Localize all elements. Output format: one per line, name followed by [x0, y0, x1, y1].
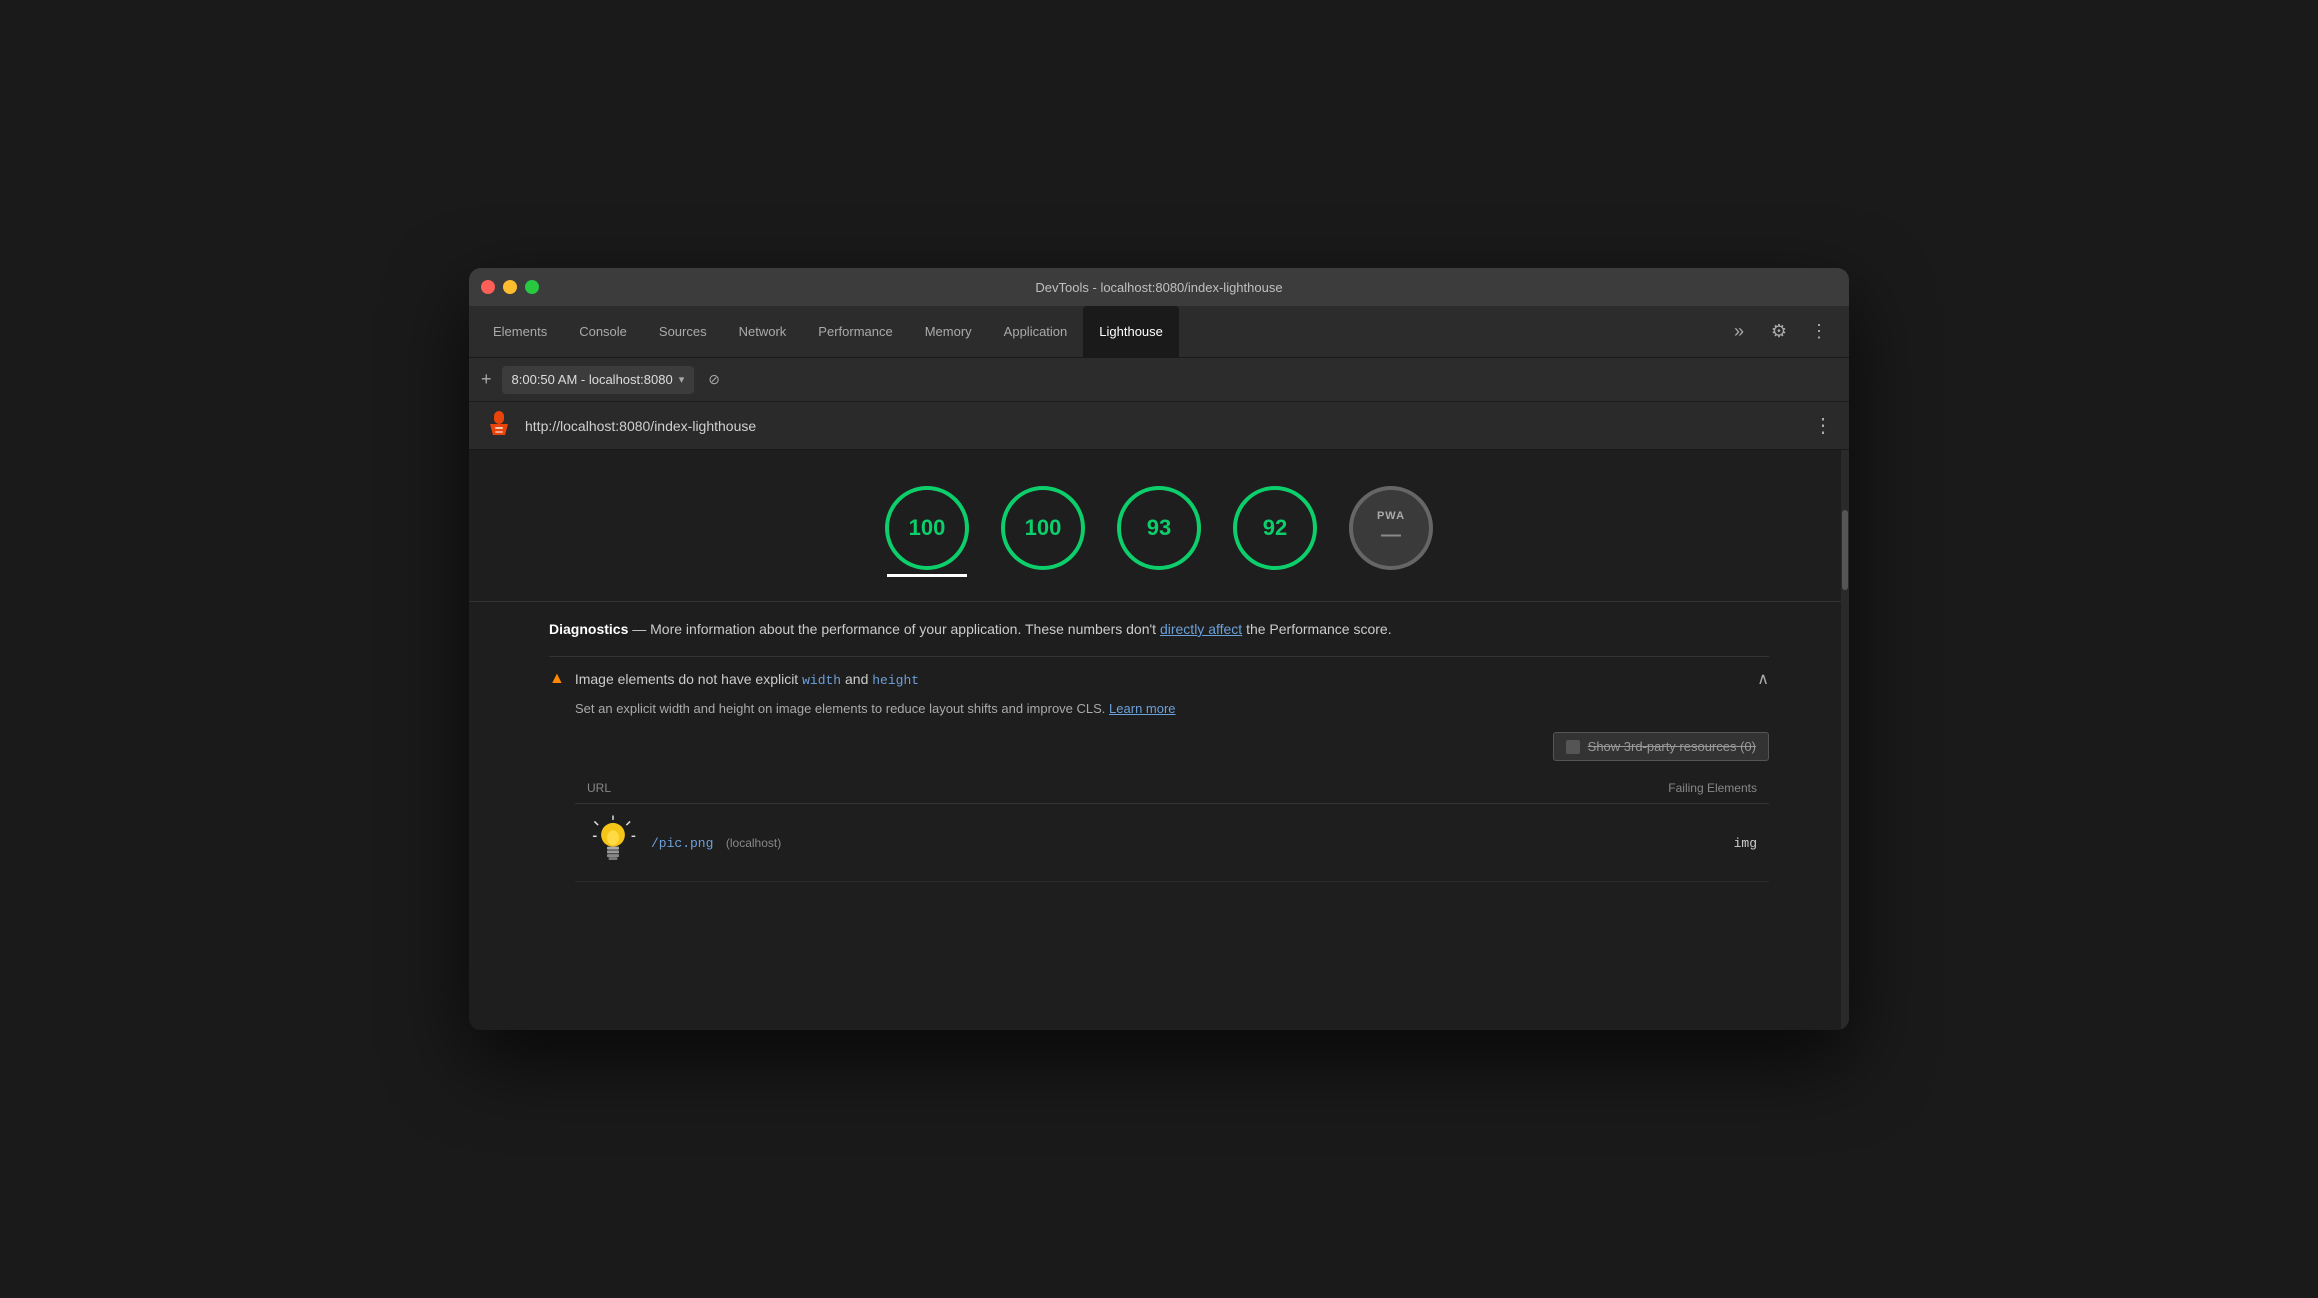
scrollbar-track [1841, 450, 1849, 1030]
window-title: DevTools - localhost:8080/index-lighthou… [1035, 280, 1282, 295]
gear-icon: ⚙ [1771, 321, 1787, 342]
resource-url-info: /pic.png (localhost) [651, 834, 781, 852]
warning-item: ▲ Image elements do not have explicit wi… [549, 656, 1769, 894]
maximize-button[interactable] [525, 280, 539, 294]
lighthouse-url-bar: http://localhost:8080/index-lighthouse ⋮ [469, 402, 1849, 450]
block-icon: ⊘ [708, 371, 720, 388]
warning-title-text: Image elements do not have explicit widt… [575, 671, 1747, 688]
vertical-dots-icon: ⋮ [1810, 321, 1828, 342]
collapse-chevron-icon[interactable]: ∧ [1757, 669, 1769, 689]
warning-code-height: height [872, 673, 919, 688]
thumbnail-cell: /pic.png (localhost) [587, 814, 1350, 871]
score-circle-seo[interactable]: 92 [1233, 486, 1317, 570]
directly-affect-link[interactable]: directly affect [1160, 621, 1242, 637]
settings-button[interactable]: ⚙ [1765, 318, 1793, 346]
tab-application[interactable]: Application [988, 306, 1084, 357]
tab-performance[interactable]: Performance [802, 306, 908, 357]
tab-console[interactable]: Console [563, 306, 643, 357]
tab-lighthouse[interactable]: Lighthouse [1083, 306, 1179, 357]
close-button[interactable] [481, 280, 495, 294]
add-tab-button[interactable]: + [481, 369, 492, 390]
address-input[interactable]: 8:00:50 AM - localhost:8080 ▾ [502, 366, 695, 394]
scrollbar-thumb[interactable] [1842, 510, 1848, 590]
score-circle-accessibility[interactable]: 100 [1001, 486, 1085, 570]
address-bar: + 8:00:50 AM - localhost:8080 ▾ ⊘ [469, 358, 1849, 402]
devtools-window: DevTools - localhost:8080/index-lighthou… [469, 268, 1849, 1030]
resource-failing-text: img [1734, 836, 1757, 851]
warning-title-row: ▲ Image elements do not have explicit wi… [549, 669, 1769, 689]
resource-thumbnail [587, 814, 639, 871]
warning-body: Set an explicit width and height on imag… [549, 689, 1769, 882]
more-tabs-button[interactable]: » [1725, 318, 1753, 346]
tab-memory[interactable]: Memory [909, 306, 988, 357]
tabs-bar: Elements Console Sources Network Perform… [469, 306, 1849, 358]
main-content: 100 100 93 92 PWA [469, 450, 1849, 1030]
score-circle-best-practices[interactable]: 93 [1117, 486, 1201, 570]
tabs-right-controls: » ⚙ ⋮ [1725, 306, 1841, 357]
resource-host-text: (localhost) [726, 836, 781, 850]
address-dropdown-icon: ▾ [679, 373, 685, 386]
resource-url-cell: /pic.png (localhost) [575, 804, 1362, 882]
warning-code-width: width [802, 673, 841, 688]
checkbox-icon [1566, 740, 1580, 754]
warning-description: Set an explicit width and height on imag… [575, 701, 1769, 716]
col-failing-header: Failing Elements [1362, 773, 1769, 804]
tab-sources[interactable]: Sources [643, 306, 723, 357]
diagnostics-section: Diagnostics — More information about the… [469, 601, 1849, 910]
score-performance: 100 [885, 486, 969, 577]
show-third-party-checkbox[interactable]: Show 3rd-party resources (0) [1553, 732, 1769, 761]
minimize-button[interactable] [503, 280, 517, 294]
score-underline [887, 574, 967, 577]
score-circle-performance[interactable]: 100 [885, 486, 969, 570]
title-bar: DevTools - localhost:8080/index-lighthou… [469, 268, 1849, 306]
diagnostics-description: Diagnostics — More information about the… [549, 618, 1769, 640]
warning-triangle-icon: ▲ [549, 670, 565, 688]
warning-and: and [845, 671, 868, 687]
third-party-row: Show 3rd-party resources (0) [575, 732, 1769, 761]
devtools-more-button[interactable]: ⋮ [1805, 318, 1833, 346]
score-circle-pwa[interactable]: PWA — [1349, 486, 1433, 570]
learn-more-link[interactable]: Learn more [1109, 701, 1175, 716]
score-pwa: PWA — [1349, 486, 1433, 577]
lighthouse-logo-icon [485, 409, 513, 442]
score-row: 100 100 93 92 PWA [469, 470, 1849, 601]
resource-failing-cell: img [1362, 804, 1769, 882]
resource-table: URL Failing Elements [575, 773, 1769, 882]
lighthouse-more-button[interactable]: ⋮ [1813, 413, 1833, 438]
col-url-header: URL [575, 773, 1362, 804]
resource-url-text[interactable]: /pic.png [651, 836, 713, 851]
score-accessibility: 100 [1001, 486, 1085, 577]
table-header-row: URL Failing Elements [575, 773, 1769, 804]
score-seo: 92 [1233, 486, 1317, 577]
table-row: /pic.png (localhost) img [575, 804, 1769, 882]
lighthouse-url-text: http://localhost:8080/index-lighthouse [525, 418, 1813, 434]
tab-network[interactable]: Network [723, 306, 803, 357]
tab-elements[interactable]: Elements [477, 306, 563, 357]
score-best-practices: 93 [1117, 486, 1201, 577]
diagnostics-separator: — [632, 621, 650, 637]
traffic-lights [481, 280, 539, 294]
